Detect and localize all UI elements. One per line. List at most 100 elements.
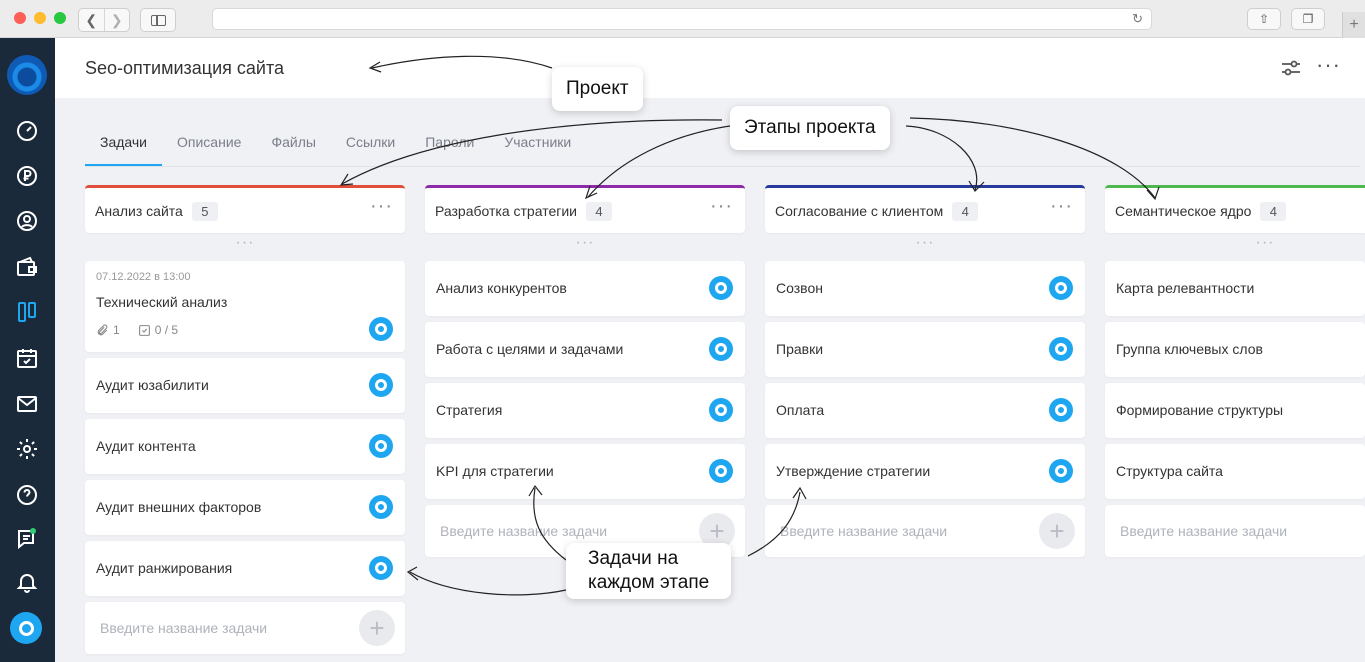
minimize-window-button[interactable] xyxy=(34,12,46,24)
bell-icon[interactable] xyxy=(13,568,41,596)
zoom-window-button[interactable] xyxy=(54,12,66,24)
close-window-button[interactable] xyxy=(14,12,26,24)
stage-more-icon[interactable]: ··· xyxy=(370,196,393,216)
assignee-avatar[interactable] xyxy=(1049,398,1073,422)
drag-handle-icon[interactable]: ··· xyxy=(765,233,1085,261)
task-card[interactable]: Аудит внешних факторов xyxy=(85,480,405,535)
share-icon[interactable]: ⇧ xyxy=(1247,8,1281,30)
task-card[interactable]: Работа с целями и задачами xyxy=(425,322,745,377)
task-card[interactable]: Структура сайта xyxy=(1105,444,1365,499)
drag-handle-icon[interactable]: ··· xyxy=(425,233,745,261)
assignee-avatar[interactable] xyxy=(369,373,393,397)
task-card[interactable]: 07.12.2022 в 13:00 Технический анализ 1 … xyxy=(85,261,405,352)
app-sidebar xyxy=(0,38,55,662)
task-card[interactable]: Группа ключевых слов xyxy=(1105,322,1365,377)
assignee-avatar[interactable] xyxy=(709,337,733,361)
stage-column: Семантическое ядро 4 ··· Карта релевантно… xyxy=(1105,185,1365,563)
app-logo[interactable] xyxy=(7,55,47,95)
wallet-icon[interactable] xyxy=(13,253,41,281)
assignee-avatar[interactable] xyxy=(1049,337,1073,361)
help-icon[interactable] xyxy=(13,481,41,509)
task-card[interactable]: Анализ конкурентов xyxy=(425,261,745,316)
sidebar-toggle-icon[interactable] xyxy=(140,8,176,32)
task-title: Карта релевантности xyxy=(1116,280,1255,296)
user-avatar[interactable] xyxy=(10,612,42,644)
attachment-count: 1 xyxy=(113,323,120,337)
new-task-input[interactable]: Введите название задачи + xyxy=(765,505,1085,557)
stage-column: Анализ сайта 5 ··· ··· 07.12.2022 в 13:00… xyxy=(85,185,405,660)
kanban-icon[interactable] xyxy=(13,298,41,326)
assignee-avatar[interactable] xyxy=(369,434,393,458)
project-tabs: Задачи Описание Файлы Ссылки Пароли Учас… xyxy=(85,124,1360,167)
annotation-tasks-line2: каждом этапе xyxy=(588,572,710,593)
new-task-input[interactable]: Введите название задачи xyxy=(1105,505,1365,557)
assignee-avatar[interactable] xyxy=(1049,459,1073,483)
new-task-input[interactable]: Введите название задачи + xyxy=(85,602,405,654)
address-bar[interactable]: ↻ xyxy=(212,8,1152,30)
dashboard-icon[interactable] xyxy=(13,117,41,145)
tab-files[interactable]: Файлы xyxy=(256,124,330,166)
navigation-buttons: ❮ ❯ xyxy=(78,8,130,32)
tabs-overview-icon[interactable]: ❐ xyxy=(1291,8,1325,30)
stage-header[interactable]: Семантическое ядро 4 xyxy=(1105,185,1365,233)
stage-header[interactable]: Разработка стратегии 4 ··· xyxy=(425,185,745,233)
tab-links[interactable]: Ссылки xyxy=(331,124,410,166)
drag-handle-icon[interactable]: ··· xyxy=(85,233,405,261)
assignee-avatar[interactable] xyxy=(1049,276,1073,300)
task-card[interactable]: Аудит ранжирования xyxy=(85,541,405,596)
assignee-avatar[interactable] xyxy=(369,556,393,580)
stage-header[interactable]: Согласование с клиентом 4 ··· xyxy=(765,185,1085,233)
mail-icon[interactable] xyxy=(13,390,41,418)
task-title: Анализ конкурентов xyxy=(436,280,567,296)
task-card[interactable]: Стратегия xyxy=(425,383,745,438)
paperclip-icon xyxy=(97,324,108,335)
task-title: Утверждение стратегии xyxy=(776,463,931,479)
tab-members[interactable]: Участники xyxy=(489,124,586,166)
reload-icon[interactable]: ↻ xyxy=(1132,11,1143,27)
task-card[interactable]: Утверждение стратегии xyxy=(765,444,1085,499)
chat-icon[interactable] xyxy=(13,525,41,553)
task-card[interactable]: Созвон xyxy=(765,261,1085,316)
settings-icon[interactable] xyxy=(13,435,41,463)
stage-more-icon[interactable]: ··· xyxy=(710,196,733,216)
assignee-avatar[interactable] xyxy=(369,317,393,341)
task-card[interactable]: Аудит контента xyxy=(85,419,405,474)
finance-icon[interactable] xyxy=(13,162,41,190)
task-title: Структура сайта xyxy=(1116,463,1223,479)
add-task-icon[interactable]: + xyxy=(1039,513,1075,549)
more-options-icon[interactable]: ··· xyxy=(1316,54,1341,76)
task-card[interactable]: Оплата xyxy=(765,383,1085,438)
task-card[interactable]: KPI для стратегии xyxy=(425,444,745,499)
assignee-avatar[interactable] xyxy=(369,495,393,519)
stage-name: Анализ сайта xyxy=(95,203,183,219)
stage-column: Согласование с клиентом 4 ··· ··· Созвон … xyxy=(765,185,1085,563)
annotation-tasks: Задачи на каждом этапе xyxy=(566,543,732,599)
forward-icon[interactable]: ❯ xyxy=(103,9,130,31)
stage-header[interactable]: Анализ сайта 5 ··· xyxy=(85,185,405,233)
task-title: Формирование структуры xyxy=(1116,402,1284,418)
task-card[interactable]: Карта релевантности xyxy=(1105,261,1365,316)
tab-passwords[interactable]: Пароли xyxy=(410,124,489,166)
filter-icon[interactable] xyxy=(1279,56,1303,80)
assignee-avatar[interactable] xyxy=(709,398,733,422)
task-card[interactable]: Формирование структуры xyxy=(1105,383,1365,438)
stage-more-icon[interactable]: ··· xyxy=(1050,196,1073,216)
new-tab-icon[interactable]: + xyxy=(1342,12,1365,38)
back-icon[interactable]: ❮ xyxy=(79,9,104,31)
task-card[interactable]: Правки xyxy=(765,322,1085,377)
calendar-icon[interactable] xyxy=(13,344,41,372)
page-title: Seo-оптимизация сайта xyxy=(85,58,285,78)
assignee-avatar[interactable] xyxy=(709,276,733,300)
assignee-avatar[interactable] xyxy=(709,459,733,483)
contacts-icon[interactable] xyxy=(13,207,41,235)
add-task-icon[interactable]: + xyxy=(359,610,395,646)
new-task-placeholder: Введите название задачи xyxy=(1120,523,1288,539)
task-card[interactable]: Аудит юзабилити xyxy=(85,358,405,413)
drag-handle-icon[interactable]: ··· xyxy=(1105,233,1365,261)
task-title: KPI для стратегии xyxy=(436,463,554,479)
task-title: Аудит юзабилити xyxy=(96,377,209,393)
project-header: Seo-оптимизация сайта ··· xyxy=(55,38,1365,98)
tab-description[interactable]: Описание xyxy=(162,124,256,166)
tab-tasks[interactable]: Задачи xyxy=(85,124,163,166)
task-date: 07.12.2022 в 13:00 xyxy=(96,271,191,283)
